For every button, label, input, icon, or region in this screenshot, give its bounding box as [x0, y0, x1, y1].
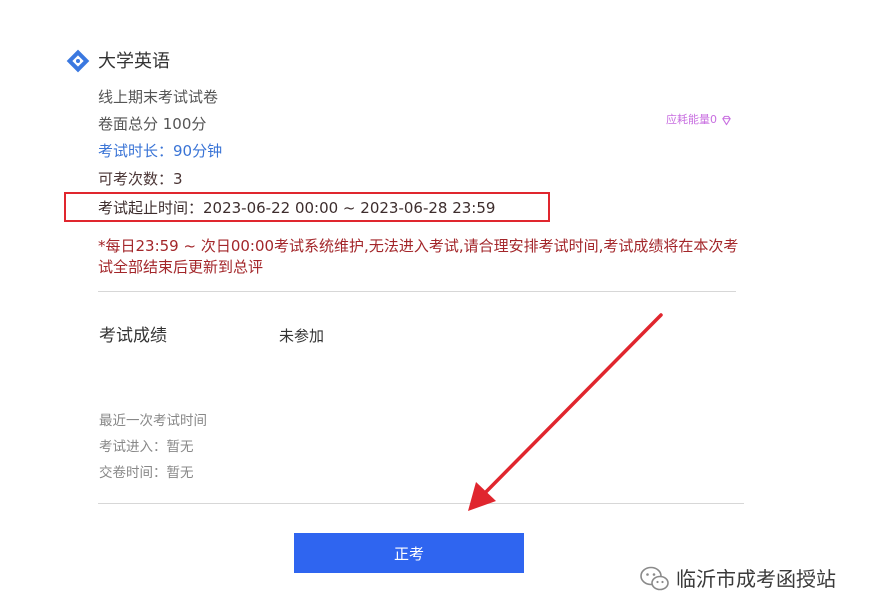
maintenance-notice: *每日23:59 ~ 次日00:00考试系统维护,无法进入考试,请合理安排考试时…: [98, 237, 739, 276]
recent-exam-title: 最近一次考试时间: [99, 413, 207, 429]
score-label: 考试成绩: [99, 326, 167, 346]
exam-attempts: 可考次数：3: [98, 170, 183, 188]
energy-cost: 应耗能量0: [666, 113, 732, 127]
energy-cost-label: 应耗能量0: [666, 113, 717, 126]
gem-icon: [722, 115, 731, 125]
paper-name: 线上期末考试试卷: [98, 88, 219, 106]
watermark-text: 临沂市成考函授站: [676, 567, 836, 591]
watermark: 临沂市成考函授站: [640, 566, 836, 592]
time-range-highlight-box: [64, 192, 550, 222]
exam-enter-time: 考试进入：暂无: [99, 439, 194, 455]
wechat-icon: [640, 566, 669, 591]
course-diamond-icon: [66, 49, 90, 73]
course-title: 大学英语: [98, 51, 170, 72]
divider-bottom: [98, 503, 744, 504]
start-exam-button[interactable]: 正考: [294, 533, 524, 573]
total-score: 卷面总分 100分: [98, 115, 207, 133]
score-value: 未参加: [279, 327, 325, 345]
exam-submit-time: 交卷时间：暂无: [99, 465, 194, 481]
divider-top: [98, 291, 736, 292]
exam-duration: 考试时长：90分钟: [98, 142, 223, 160]
